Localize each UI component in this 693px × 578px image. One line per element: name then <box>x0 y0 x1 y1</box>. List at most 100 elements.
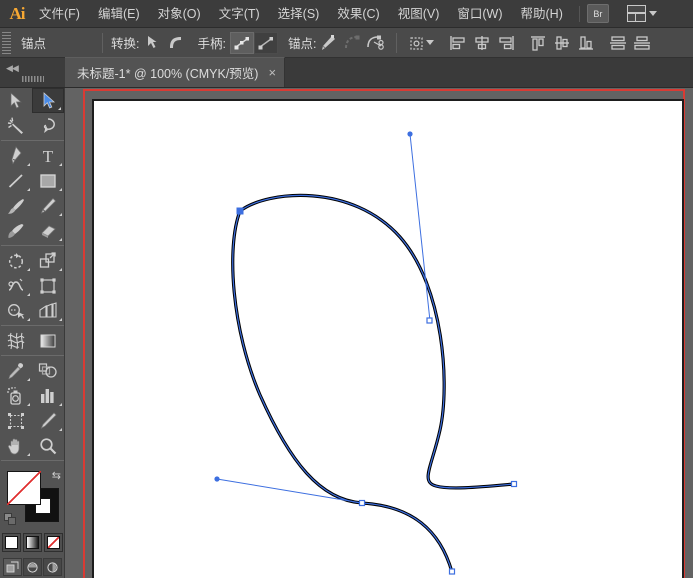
fill-swatch[interactable] <box>7 471 41 505</box>
line-segment-tool[interactable] <box>0 168 32 193</box>
menu-object[interactable]: 对象(O) <box>149 0 210 28</box>
pencil-tool[interactable] <box>32 193 64 218</box>
tool-flyout-corner-icon <box>59 213 62 216</box>
tools-divider <box>1 245 64 246</box>
show-handles-button[interactable] <box>229 31 254 54</box>
chevron-down-icon <box>648 11 657 16</box>
convert-to-corner-icon[interactable] <box>140 31 164 55</box>
swap-fill-stroke-icon[interactable]: ⇆ <box>52 469 61 482</box>
symbol-sprayer-tool[interactable] <box>0 383 32 408</box>
slice-tool[interactable] <box>32 408 64 433</box>
menu-help[interactable]: 帮助(H) <box>512 0 572 28</box>
anchor-point-right <box>426 317 433 324</box>
zoom-tool[interactable] <box>32 433 64 458</box>
pen-tool[interactable] <box>0 143 32 168</box>
draw-inside-button[interactable] <box>42 558 62 576</box>
arrange-layout-icon <box>626 5 646 22</box>
transform-chevron-down-icon[interactable] <box>426 40 435 45</box>
gradient-tool[interactable] <box>32 328 64 353</box>
convert-to-smooth-icon[interactable] <box>164 31 188 55</box>
column-graph-tool[interactable] <box>32 383 64 408</box>
anchor-point-endpoint-lower <box>448 568 456 575</box>
rotate-tool[interactable] <box>0 248 32 273</box>
tool-flyout-corner-icon <box>27 453 30 456</box>
control-divider <box>102 32 104 53</box>
cut-path-icon[interactable] <box>364 31 388 55</box>
default-fill-stroke-icon[interactable] <box>4 513 17 526</box>
menu-divider <box>578 5 580 22</box>
handle-label: 手柄: <box>197 37 226 51</box>
hide-handles-button[interactable] <box>253 31 278 54</box>
align-horizontal-center-icon[interactable] <box>470 31 494 55</box>
free-transform-tool[interactable] <box>32 273 64 298</box>
align-right-icon[interactable] <box>494 31 518 55</box>
align-top-icon[interactable] <box>526 31 550 55</box>
color-button[interactable] <box>1 533 21 552</box>
remove-anchor-icon[interactable] <box>316 31 340 55</box>
scale-tool[interactable] <box>32 248 64 273</box>
tool-flyout-corner-icon <box>27 268 30 271</box>
menu-select[interactable]: 选择(S) <box>269 0 329 28</box>
distribute-vertical-center-icon[interactable] <box>606 31 630 55</box>
perspective-grid-tool[interactable] <box>32 298 64 323</box>
mesh-tool[interactable] <box>0 328 32 353</box>
connect-path-icon[interactable] <box>340 31 364 55</box>
menu-edit[interactable]: 编辑(E) <box>89 0 149 28</box>
menu-file[interactable]: 文件(F) <box>30 0 89 28</box>
tool-flyout-corner-icon <box>27 318 30 321</box>
direct-selection-tool[interactable] <box>32 88 64 113</box>
color-mode-buttons <box>0 533 64 552</box>
blob-brush-tool[interactable] <box>0 218 32 243</box>
eyedropper-tool[interactable] <box>0 358 32 383</box>
gradient-button[interactable] <box>22 533 42 552</box>
canvas-area[interactable] <box>65 88 693 578</box>
lasso-tool[interactable] <box>32 113 64 138</box>
align-left-icon[interactable] <box>446 31 470 55</box>
width-tool[interactable] <box>0 273 32 298</box>
selected-path-overlay-upper <box>239 194 515 489</box>
anchor-point-mid <box>358 499 366 507</box>
distribute-horizontal-center-icon[interactable] <box>630 31 654 55</box>
tool-flyout-corner-icon <box>27 188 30 191</box>
menu-type[interactable]: 文字(T) <box>210 0 269 28</box>
menu-effect[interactable]: 效果(C) <box>328 0 388 28</box>
document-tab[interactable]: 未标题-1* @ 100% (CMYK/预览) × <box>65 57 286 87</box>
draw-behind-button[interactable] <box>22 558 42 576</box>
paintbrush-tool[interactable] <box>0 193 32 218</box>
tools-divider <box>1 460 64 461</box>
tool-flyout-corner-icon <box>59 428 62 431</box>
artboard-tool[interactable] <box>0 408 32 433</box>
type-tool[interactable]: T <box>32 143 64 168</box>
close-icon[interactable]: × <box>268 66 276 79</box>
control-bar-grip[interactable] <box>2 31 11 54</box>
draw-normal-button[interactable] <box>2 558 22 576</box>
bridge-button[interactable]: Br <box>586 4 609 23</box>
menu-window[interactable]: 窗口(W) <box>448 0 511 28</box>
align-bottom-icon[interactable] <box>574 31 598 55</box>
collapse-panel-icon[interactable]: ◀◀ <box>6 63 19 74</box>
toolbar-header: ◀◀ <box>0 58 65 88</box>
menu-bar: Ai 文件(F) 编辑(E) 对象(O) 文字(T) 选择(S) 效果(C) 视… <box>0 0 693 28</box>
selection-tool[interactable] <box>0 88 32 113</box>
bezier-curve-path <box>238 193 516 490</box>
menu-view[interactable]: 视图(V) <box>389 0 449 28</box>
toolbar-drag-grip[interactable] <box>22 76 44 82</box>
eraser-tool[interactable] <box>32 218 64 243</box>
align-vertical-center-icon[interactable] <box>550 31 574 55</box>
tool-flyout-corner-icon <box>27 163 30 166</box>
shape-builder-tool[interactable] <box>0 298 32 323</box>
arrange-documents-button[interactable] <box>626 5 657 22</box>
blend-tool[interactable] <box>32 358 64 383</box>
none-button[interactable] <box>43 533 63 552</box>
tools-divider <box>1 355 64 356</box>
tool-flyout-corner-icon <box>59 403 62 406</box>
tool-flyout-corner-icon <box>59 318 62 321</box>
magic-wand-tool[interactable] <box>0 113 32 138</box>
tool-flyout-corner-icon <box>27 293 30 296</box>
rectangle-tool[interactable] <box>32 168 64 193</box>
direction-handle-upper-endpoint <box>407 131 413 137</box>
tool-flyout-corner-icon <box>27 378 30 381</box>
tool-flyout-corner-icon <box>59 238 62 241</box>
hand-tool[interactable] <box>0 433 32 458</box>
control-divider-2 <box>396 32 398 53</box>
